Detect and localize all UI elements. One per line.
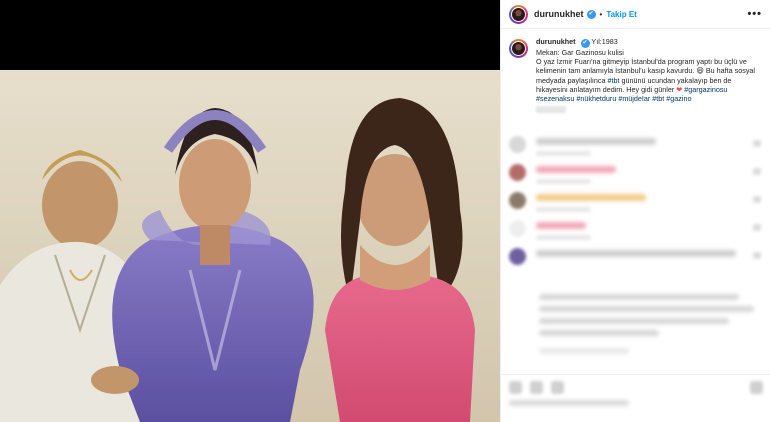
comment-avatar[interactable] [509, 164, 526, 181]
comment-body-blurred [509, 290, 763, 360]
share-icon[interactable] [551, 381, 564, 394]
caption-username[interactable]: durunukhet [536, 37, 576, 46]
comment-text-blurred [536, 166, 616, 173]
follow-button[interactable]: Takip Et [606, 10, 637, 19]
caption-timestamp-blurred [536, 106, 566, 114]
comment-item [501, 246, 770, 274]
username-link[interactable]: durunukhet [534, 9, 584, 19]
more-options-icon[interactable]: ••• [747, 8, 762, 20]
post-media[interactable] [0, 0, 500, 422]
likes-count-blurred [509, 400, 629, 406]
comments-list [501, 134, 770, 274]
comment-text-blurred [536, 222, 586, 229]
post-photo[interactable] [0, 70, 500, 422]
post-actions-bar [501, 374, 770, 422]
comment-item [501, 218, 770, 246]
heart-emoji: ❤ [676, 84, 683, 94]
comment-like-icon[interactable] [753, 252, 761, 259]
hashtag-tbt[interactable]: #tbt [608, 76, 620, 85]
comment-meta-blurred [536, 207, 591, 212]
comment-like-icon[interactable] [753, 224, 761, 231]
comment-text-blurred [536, 250, 736, 257]
comment-avatar[interactable] [509, 220, 526, 237]
vintage-photo-illustration [0, 70, 500, 422]
caption-year: Yıl:1983 [591, 37, 618, 46]
comment-meta-blurred [536, 179, 591, 184]
comment-avatar[interactable] [509, 136, 526, 153]
caption-avatar-icon[interactable] [509, 39, 528, 58]
action-icons-row [501, 375, 770, 400]
comment-like-icon[interactable] [753, 140, 761, 147]
comment-item [501, 190, 770, 218]
post-caption: durunukhet ✔ Yıl:1983 Mekan: Gar Gazinos… [501, 29, 770, 114]
instagram-post-view: durunukhet ✔ • Takip Et ••• durunukhet ✔… [0, 0, 770, 422]
comment-text-blurred [536, 194, 646, 201]
comment-item [501, 162, 770, 190]
comment-item [501, 134, 770, 162]
bookmark-icon[interactable] [750, 381, 763, 394]
comment-text-blurred [536, 138, 656, 145]
heart-icon[interactable] [509, 381, 522, 394]
comment-avatar[interactable] [509, 248, 526, 265]
comment-meta-blurred [536, 151, 591, 156]
verified-badge-icon: ✔ [586, 9, 596, 19]
caption-venue: Mekan: Gar Gazinosu kulisi [536, 48, 624, 57]
post-header: durunukhet ✔ • Takip Et ••• [501, 0, 770, 29]
avatar-icon[interactable] [509, 4, 528, 24]
comment-like-icon[interactable] [753, 168, 761, 175]
caption-verified-badge-icon: ✔ [580, 39, 590, 48]
comment-like-icon[interactable] [753, 196, 761, 203]
caption-text: durunukhet ✔ Yıl:1983 Mekan: Gar Gazinos… [536, 37, 762, 114]
comment-icon[interactable] [530, 381, 543, 394]
comment-meta-blurred [536, 235, 591, 240]
post-sidebar: durunukhet ✔ • Takip Et ••• durunukhet ✔… [500, 0, 770, 422]
comment-avatar[interactable] [509, 192, 526, 209]
separator-dot: • [599, 9, 603, 19]
